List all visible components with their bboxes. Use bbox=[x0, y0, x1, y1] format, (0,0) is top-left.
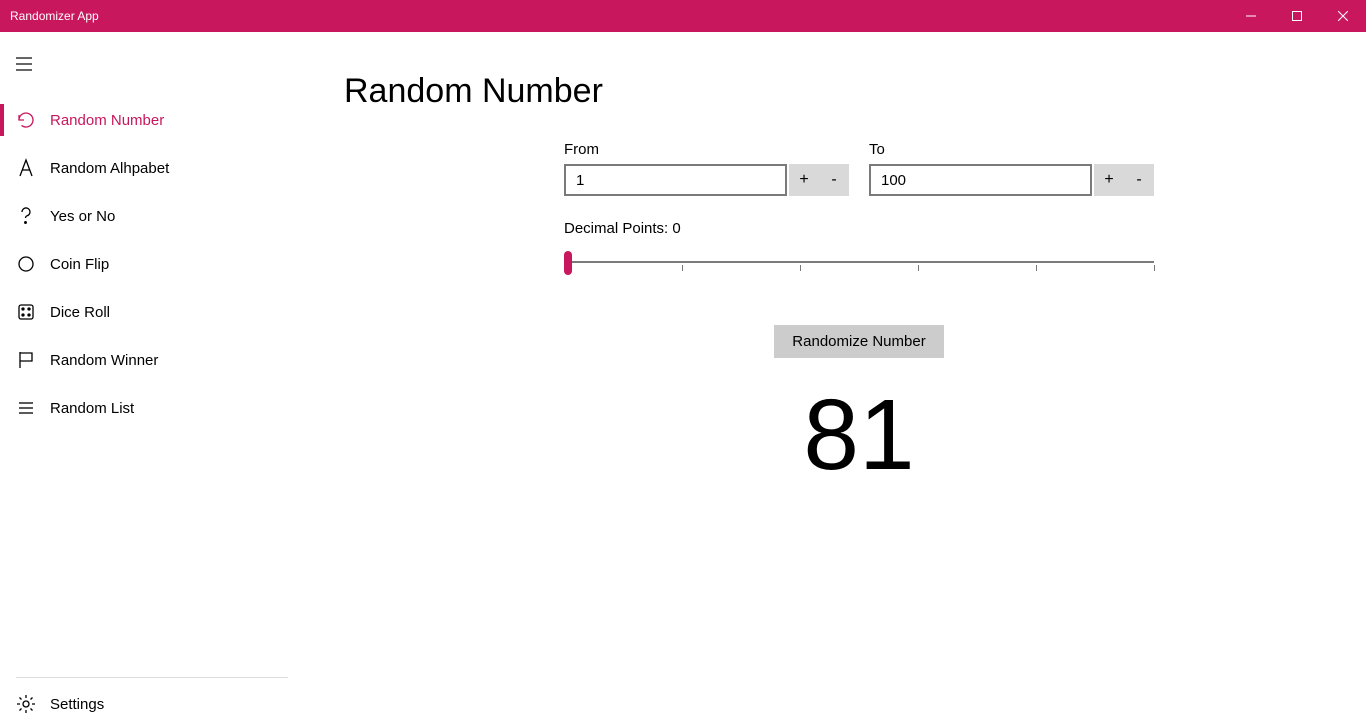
close-button[interactable] bbox=[1320, 0, 1366, 32]
sidebar-item-coin-flip[interactable]: Coin Flip bbox=[0, 240, 304, 288]
from-input[interactable] bbox=[564, 164, 787, 196]
to-label: To bbox=[869, 141, 1154, 158]
sidebar-item-random-alphabet[interactable]: Random Alhpabet bbox=[0, 144, 304, 192]
decimal-slider[interactable] bbox=[564, 247, 1154, 277]
maximize-button[interactable] bbox=[1274, 0, 1320, 32]
to-decrement-button[interactable]: - bbox=[1124, 164, 1154, 196]
from-label: From bbox=[564, 141, 849, 158]
slider-tick bbox=[682, 265, 683, 271]
from-increment-button[interactable]: + bbox=[789, 164, 819, 196]
dice-icon bbox=[16, 302, 36, 322]
to-input[interactable] bbox=[869, 164, 1092, 196]
hamburger-icon bbox=[16, 57, 32, 71]
sidebar: Random Number Random Alhpabet Yes or No … bbox=[0, 32, 304, 728]
from-field: + - bbox=[564, 164, 849, 196]
maximize-icon bbox=[1292, 11, 1302, 21]
sidebar-item-random-number[interactable]: Random Number bbox=[0, 96, 304, 144]
sidebar-item-label: Settings bbox=[50, 696, 104, 713]
sidebar-item-random-list[interactable]: Random List bbox=[0, 384, 304, 432]
randomize-button[interactable]: Randomize Number bbox=[774, 325, 943, 358]
letter-a-icon bbox=[16, 158, 36, 178]
main-content: Random Number From + - To + - bbox=[304, 32, 1366, 728]
window-title: Randomizer App bbox=[0, 9, 1228, 23]
list-icon bbox=[16, 398, 36, 418]
sidebar-item-label: Random Number bbox=[50, 112, 164, 129]
to-increment-button[interactable]: + bbox=[1094, 164, 1124, 196]
refresh-icon bbox=[16, 110, 36, 130]
slider-tick bbox=[800, 265, 801, 271]
sidebar-item-label: Yes or No bbox=[50, 208, 115, 225]
slider-thumb[interactable] bbox=[564, 251, 572, 275]
sidebar-item-label: Random Winner bbox=[50, 352, 158, 369]
sidebar-item-label: Coin Flip bbox=[50, 256, 109, 273]
sidebar-item-settings[interactable]: Settings bbox=[0, 680, 304, 728]
sidebar-item-yes-or-no[interactable]: Yes or No bbox=[0, 192, 304, 240]
minimize-button[interactable] bbox=[1228, 0, 1274, 32]
sidebar-item-random-winner[interactable]: Random Winner bbox=[0, 336, 304, 384]
sidebar-divider bbox=[16, 677, 288, 678]
minimize-icon bbox=[1246, 11, 1256, 21]
decimal-points-label: Decimal Points: 0 bbox=[564, 220, 1154, 237]
close-icon bbox=[1338, 11, 1348, 21]
sidebar-item-label: Dice Roll bbox=[50, 304, 110, 321]
slider-tick bbox=[1154, 265, 1155, 271]
title-bar: Randomizer App bbox=[0, 0, 1366, 32]
sidebar-item-label: Random List bbox=[50, 400, 134, 417]
question-icon bbox=[16, 206, 36, 226]
sidebar-item-dice-roll[interactable]: Dice Roll bbox=[0, 288, 304, 336]
slider-track bbox=[568, 261, 1154, 263]
circle-icon bbox=[16, 254, 36, 274]
slider-tick bbox=[1036, 265, 1037, 271]
result-value: 81 bbox=[564, 378, 1154, 493]
hamburger-button[interactable] bbox=[0, 40, 48, 88]
flag-icon bbox=[16, 350, 36, 370]
page-title: Random Number bbox=[344, 72, 1366, 111]
sidebar-item-label: Random Alhpabet bbox=[50, 160, 169, 177]
gear-icon bbox=[16, 694, 36, 714]
from-decrement-button[interactable]: - bbox=[819, 164, 849, 196]
to-field: + - bbox=[869, 164, 1154, 196]
slider-tick bbox=[918, 265, 919, 271]
